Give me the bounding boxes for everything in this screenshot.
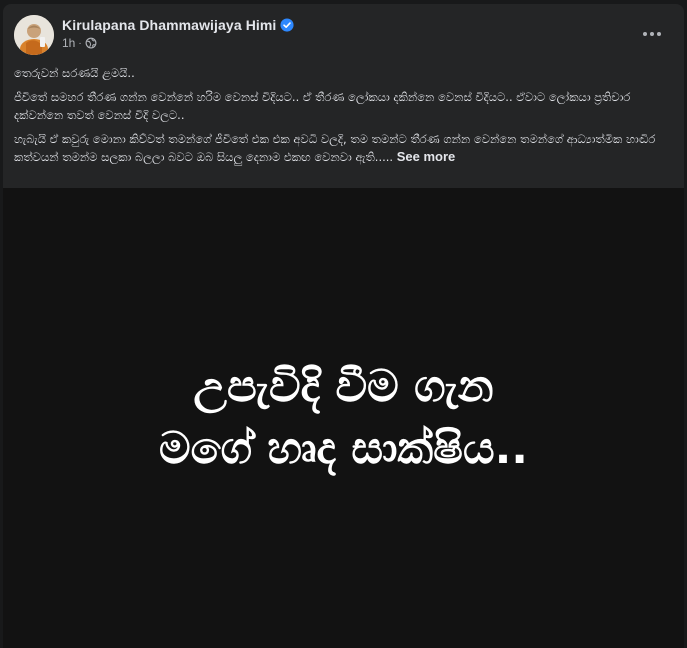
image-caption-line: උපැවිදි වීම ගැන — [193, 361, 494, 412]
post-image[interactable]: උපැවිදි වීම ගැන මගේ හෘද සාක්ෂිය.. — [3, 188, 684, 648]
image-caption: උපැවිදි වීම ගැන මගේ හෘද සාක්ෂිය.. — [3, 356, 684, 480]
monk-avatar-icon — [14, 15, 54, 55]
verified-badge-icon — [280, 18, 294, 32]
author-avatar[interactable] — [14, 15, 54, 55]
globe-icon[interactable] — [85, 37, 97, 49]
post-text: තෙරුවන් සරණයි ළමයි.. ජීවිතේ සමහර තීරණ ගන… — [14, 64, 676, 172]
post-paragraph: තෙරුවන් සරණයි ළමයි.. — [14, 66, 135, 80]
author-line: Kirulapana Dhammawijaya Himi — [62, 17, 294, 33]
image-caption-line: මගේ හෘද සාක්ෂිය.. — [158, 423, 529, 474]
post-card: Kirulapana Dhammawijaya Himi 1h · තෙරුවන… — [3, 4, 684, 648]
see-more-link[interactable]: See more — [397, 149, 456, 164]
more-options-icon[interactable] — [634, 20, 670, 48]
author-name[interactable]: Kirulapana Dhammawijaya Himi — [62, 17, 276, 33]
meta-separator: · — [78, 37, 82, 49]
post-timestamp[interactable]: 1h — [62, 36, 75, 50]
post-paragraph-last: හැබැයි ඒ කවුරු මොනා කිව්වත් තමන්ගේ ජීවිත… — [14, 130, 676, 166]
post-meta: 1h · — [62, 36, 97, 50]
post-paragraph: ජීවිතේ සමහර තීරණ ගන්න වෙන්නේ හරිම වෙනස් … — [14, 90, 631, 122]
post-paragraph-text: හැබැයි ඒ කවුරු මොනා කිව්වත් තමන්ගේ ජීවිත… — [14, 132, 656, 164]
post-header: Kirulapana Dhammawijaya Himi 1h · — [3, 4, 684, 62]
